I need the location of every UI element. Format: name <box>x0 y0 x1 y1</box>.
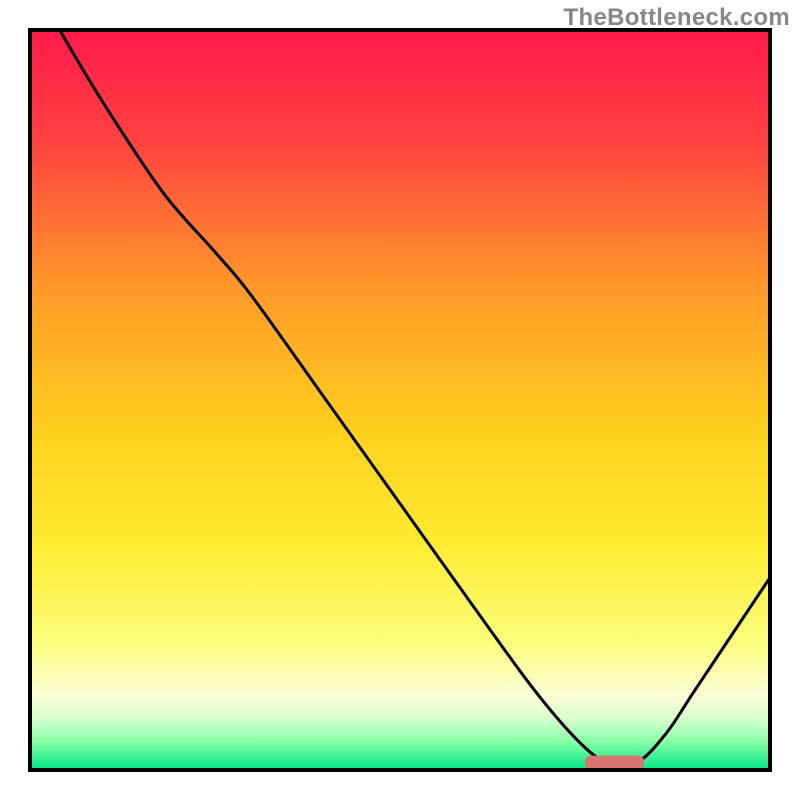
plot-background <box>30 30 770 770</box>
watermark-text: TheBottleneck.com <box>564 4 790 32</box>
optimal-range-marker <box>585 756 644 770</box>
chart-frame: TheBottleneck.com <box>0 0 800 800</box>
bottleneck-chart <box>0 0 800 800</box>
